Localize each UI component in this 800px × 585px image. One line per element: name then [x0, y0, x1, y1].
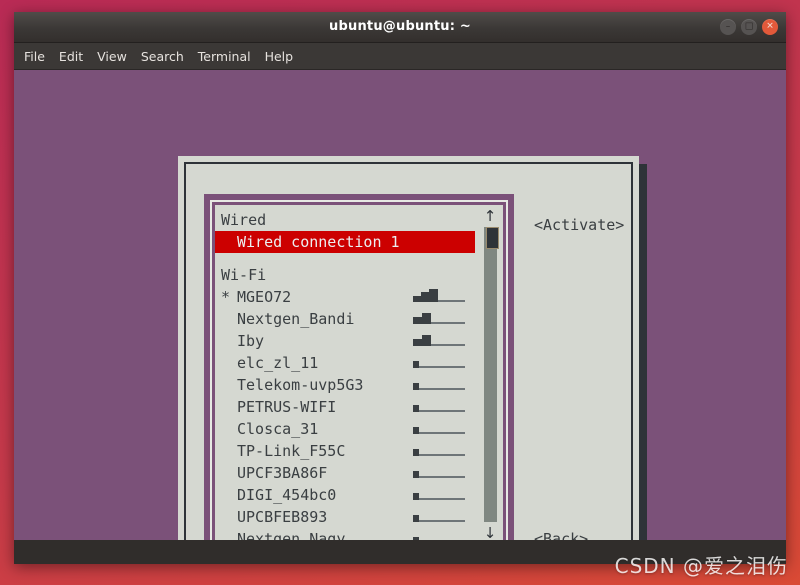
active-connection-marker: * — [221, 288, 231, 306]
menu-item-terminal[interactable]: Terminal — [198, 49, 251, 64]
list-item-label: elc_zl_11 — [237, 354, 319, 372]
connection-list-frame-inner: Wired Wired connection 1 Wi-Fi * MGEO72 Nextg… — [210, 200, 508, 540]
terminal-window: ubuntu@ubuntu: ~ – □ ✕ File Edit View Se… — [14, 12, 786, 564]
list-item[interactable]: * MGEO72 — [215, 286, 475, 308]
list-group-header: Wired — [215, 209, 475, 231]
dialog-inner-frame: Wired Wired connection 1 Wi-Fi * MGEO72 Nextg… — [184, 162, 633, 540]
connection-list[interactable]: Wired Wired connection 1 Wi-Fi * MGEO72 Nextg… — [215, 205, 503, 540]
menu-item-file[interactable]: File — [24, 49, 45, 64]
maximize-button[interactable]: □ — [741, 19, 757, 35]
list-item-label: MGEO72 — [237, 288, 292, 306]
terminal-body: Wired Wired connection 1 Wi-Fi * MGEO72 Nextg… — [14, 70, 786, 540]
scrollbar-thumb[interactable] — [486, 227, 499, 249]
list-item[interactable]: Nextgen_Nagy — [215, 528, 475, 540]
menu-item-edit[interactable]: Edit — [59, 49, 83, 64]
list-item[interactable]: UPCBFEB893 — [215, 506, 475, 528]
list-item-label: UPCBFEB893 — [237, 508, 328, 526]
nmtui-dialog: Wired Wired connection 1 Wi-Fi * MGEO72 Nextg… — [178, 156, 639, 540]
scrollbar-trough[interactable] — [484, 227, 499, 522]
signal-strength-icon — [413, 357, 465, 370]
list-item-label: Wired connection 1 — [237, 233, 400, 251]
signal-strength-icon — [413, 401, 465, 414]
maximize-icon: □ — [744, 21, 754, 32]
list-item-label: Iby — [237, 332, 265, 350]
list-item-label: Closca_31 — [237, 420, 319, 438]
signal-strength-icon — [413, 489, 465, 502]
menu-item-search[interactable]: Search — [141, 49, 184, 64]
list-item-label: Nextgen_Nagy — [237, 530, 346, 540]
signal-strength-icon — [413, 335, 465, 348]
signal-strength-icon — [413, 445, 465, 458]
list-item[interactable]: Wired connection 1 — [215, 231, 475, 253]
list-item-label: Nextgen_Bandi — [237, 310, 355, 328]
connection-list-content: Wired Wired connection 1 Wi-Fi * MGEO72 Nextg… — [215, 205, 475, 540]
window-title: ubuntu@ubuntu: ~ — [329, 19, 471, 34]
signal-strength-icon — [413, 313, 465, 326]
list-item-label: PETRUS-WIFI — [237, 398, 337, 416]
list-item-label: DIGI_454bc0 — [237, 486, 337, 504]
list-item[interactable]: Iby — [215, 330, 475, 352]
window-controls: – □ ✕ — [720, 19, 778, 35]
menu-item-help[interactable]: Help — [265, 49, 294, 64]
list-item[interactable]: UPCF3BA86F — [215, 462, 475, 484]
list-item[interactable]: PETRUS-WIFI — [215, 396, 475, 418]
scroll-up-arrow-icon[interactable]: ↑ — [481, 207, 499, 225]
list-item[interactable]: Telekom-uvp5G3 — [215, 374, 475, 396]
list-item[interactable]: DIGI_454bc0 — [215, 484, 475, 506]
list-item[interactable]: Closca_31 — [215, 418, 475, 440]
list-scrollbar[interactable]: ↑ ↓ — [481, 207, 499, 540]
signal-strength-icon — [413, 533, 465, 540]
menu-item-view[interactable]: View — [97, 49, 127, 64]
list-item-label: Wired — [221, 211, 267, 229]
list-item-label: UPCF3BA86F — [237, 464, 328, 482]
window-titlebar[interactable]: ubuntu@ubuntu: ~ – □ ✕ — [14, 12, 786, 43]
close-icon: ✕ — [766, 21, 774, 32]
back-button[interactable]: <Back> — [534, 530, 588, 540]
minimize-button[interactable]: – — [720, 19, 736, 35]
signal-strength-icon — [413, 467, 465, 480]
scroll-down-arrow-icon[interactable]: ↓ — [481, 524, 499, 540]
list-item-label: TP-Link_F55C — [237, 442, 346, 460]
watermark: CSDN @爱之泪伤 — [614, 554, 788, 578]
signal-strength-icon — [413, 379, 465, 392]
list-item-label: Telekom-uvp5G3 — [237, 376, 364, 394]
list-item[interactable]: elc_zl_11 — [215, 352, 475, 374]
list-item[interactable]: TP-Link_F55C — [215, 440, 475, 462]
activate-button[interactable]: <Activate> — [534, 216, 624, 234]
list-item-label: Wi-Fi — [221, 266, 267, 284]
signal-strength-icon — [413, 511, 465, 524]
menu-bar: File Edit View Search Terminal Help — [14, 43, 786, 70]
desktop-screen: ubuntu@ubuntu: ~ – □ ✕ File Edit View Se… — [0, 0, 800, 585]
connection-list-frame: Wired Wired connection 1 Wi-Fi * MGEO72 Nextg… — [204, 194, 514, 540]
signal-strength-icon — [413, 289, 465, 304]
minimize-icon: – — [725, 21, 731, 32]
list-group-header: Wi-Fi — [215, 264, 475, 286]
list-item[interactable]: Nextgen_Bandi — [215, 308, 475, 330]
signal-strength-icon — [413, 423, 465, 436]
close-button[interactable]: ✕ — [762, 19, 778, 35]
